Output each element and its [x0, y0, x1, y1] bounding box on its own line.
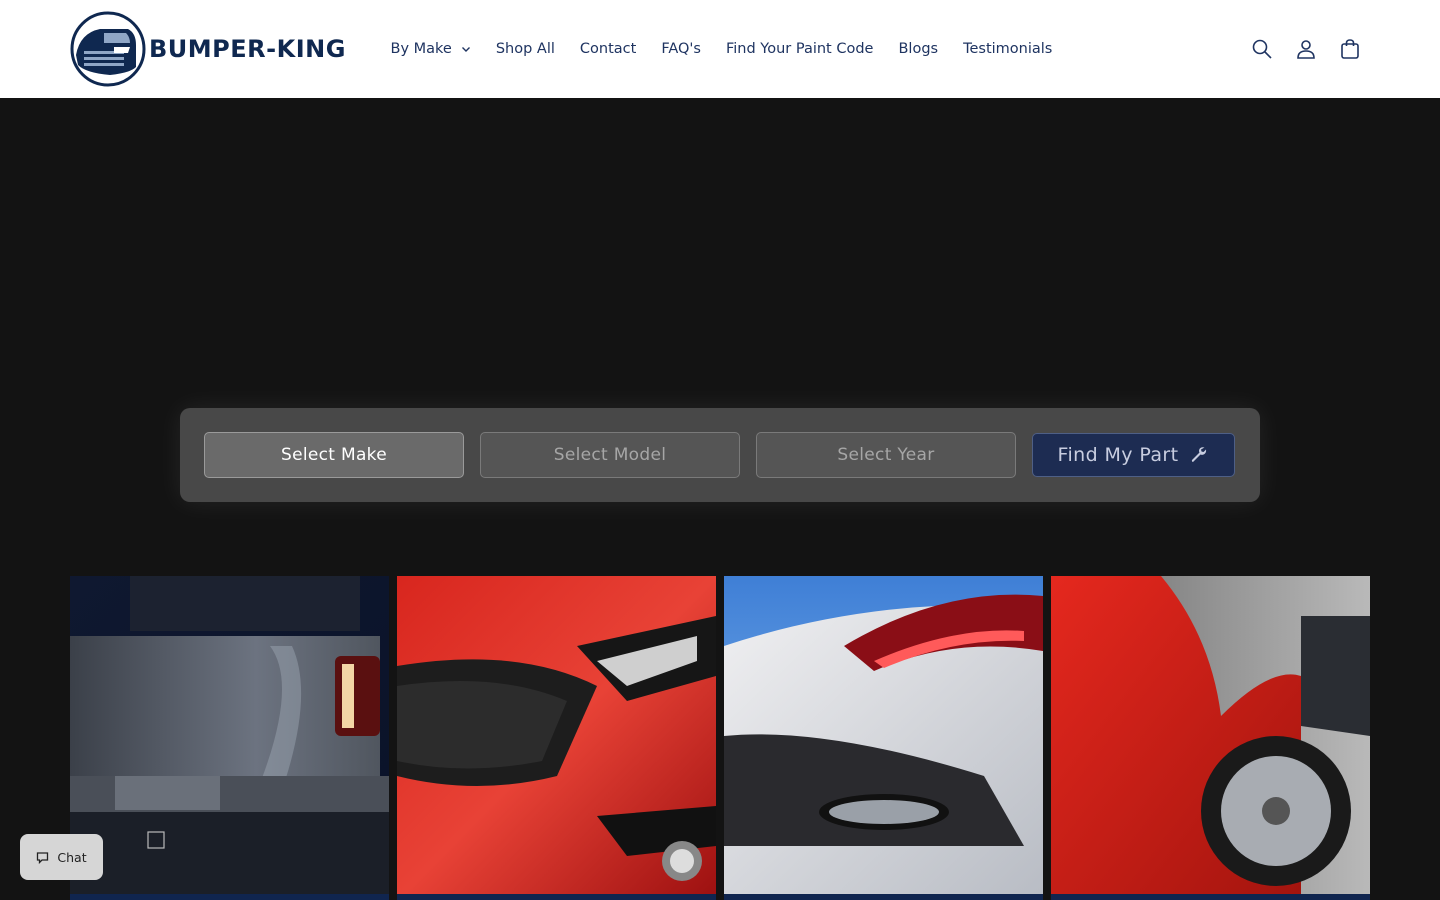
- nav-by-make-label: By Make: [390, 41, 452, 57]
- chat-bubble-icon: [37, 851, 49, 864]
- nav-shop-all[interactable]: Shop All: [483, 41, 567, 57]
- select-year-dropdown[interactable]: Select Year: [756, 432, 1016, 478]
- find-my-part-button[interactable]: Find My Part: [1032, 433, 1235, 477]
- header-actions: [1232, 35, 1364, 63]
- nav-by-make[interactable]: By Make: [378, 41, 483, 57]
- red-sports-car-front-image[interactable]: [397, 576, 716, 900]
- nav-blogs[interactable]: Blogs: [886, 41, 951, 57]
- white-coupe-rear-picture: [724, 576, 1043, 900]
- select-make-dropdown[interactable]: Select Make: [204, 432, 464, 478]
- site-header: BUMPER-KING By Make Shop All Contact FAQ…: [0, 0, 1440, 98]
- red-sedan-side-image[interactable]: [1051, 576, 1370, 900]
- red-sedan-side-picture: [1051, 576, 1370, 900]
- chat-button[interactable]: Chat: [20, 834, 103, 880]
- nav-faqs[interactable]: FAQ's: [649, 41, 714, 57]
- pickup-truck-rear-picture: [70, 576, 389, 900]
- search-button[interactable]: [1248, 35, 1276, 63]
- brand-name: BUMPER-KING: [149, 35, 346, 63]
- nav-contact[interactable]: Contact: [567, 41, 648, 57]
- car-front-icon: [70, 11, 146, 87]
- search-icon: [1252, 39, 1272, 59]
- white-coupe-rear-image[interactable]: [724, 576, 1043, 900]
- find-my-part-label: Find My Part: [1057, 444, 1179, 466]
- select-model-dropdown[interactable]: Select Model: [480, 432, 740, 478]
- pickup-truck-rear-image[interactable]: [70, 576, 389, 900]
- chat-label: Chat: [57, 849, 87, 865]
- cart-button[interactable]: [1336, 35, 1364, 63]
- nav-find-paint-code[interactable]: Find Your Paint Code: [713, 41, 886, 57]
- cart-icon: [1341, 39, 1359, 59]
- main-nav: By Make Shop All Contact FAQ's Find Your…: [378, 0, 1065, 98]
- nav-testimonials[interactable]: Testimonials: [951, 41, 1065, 57]
- brand-logo[interactable]: BUMPER-KING: [70, 11, 346, 87]
- part-finder: Select Make Select Model Select Year Fin…: [180, 408, 1260, 502]
- chevron-down-icon: [461, 47, 470, 52]
- account-icon: [1297, 40, 1315, 59]
- wrench-icon: [1192, 447, 1207, 462]
- account-button[interactable]: [1292, 35, 1320, 63]
- red-sports-car-front-picture: [397, 576, 716, 900]
